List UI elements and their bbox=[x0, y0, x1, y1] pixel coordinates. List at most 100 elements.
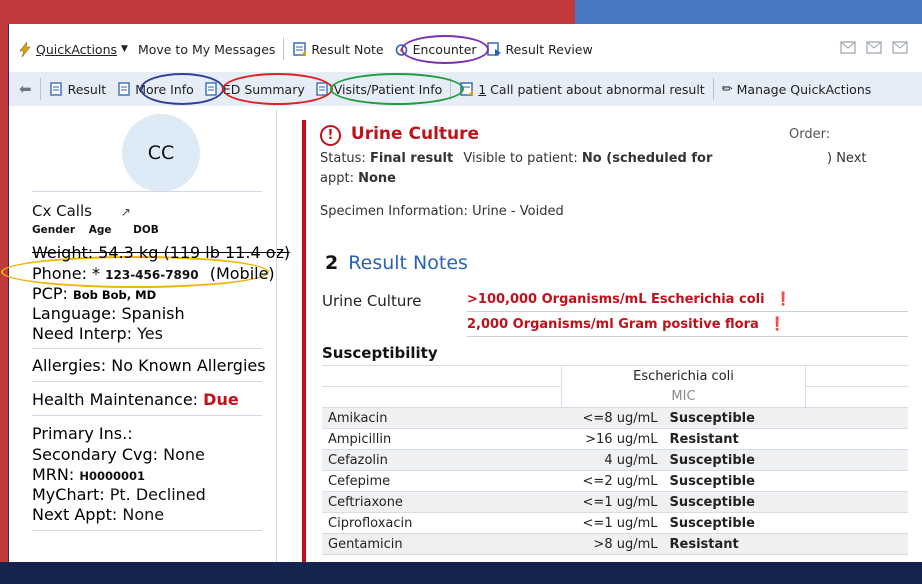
susceptibility-table: Escherichia coli MIC Amikacin <=8 ug/mL Su… bbox=[322, 365, 908, 555]
divider bbox=[32, 348, 262, 349]
tab-result[interactable]: Result bbox=[44, 82, 112, 97]
envelope-reply-all-icon[interactable] bbox=[866, 41, 882, 57]
pencil-icon: ✏ bbox=[721, 81, 733, 97]
drug-name: Cefepime bbox=[322, 470, 562, 492]
appt-value: None bbox=[358, 171, 396, 186]
interp-value: Yes bbox=[137, 324, 163, 343]
result-review-button[interactable]: Result Review bbox=[482, 42, 598, 57]
pcp-label: PCP: bbox=[32, 284, 68, 303]
interpretation: Resistant bbox=[663, 428, 806, 450]
mychart-value: Pt. Declined bbox=[109, 485, 206, 504]
divider bbox=[32, 381, 262, 382]
drug-name: Cefazolin bbox=[322, 449, 562, 471]
result-note-button[interactable]: Result Note bbox=[287, 42, 388, 57]
next-appt-value: None bbox=[122, 505, 165, 524]
toolbar-divider bbox=[283, 38, 285, 60]
status-value: Final result bbox=[369, 151, 454, 166]
drug-name: Ciprofloxacin bbox=[322, 512, 562, 534]
open-chart-icon[interactable]: ↗ bbox=[121, 205, 131, 219]
mic-value: <=1 ug/mL bbox=[561, 512, 664, 534]
result-title-row: ! Urine Culture bbox=[320, 124, 479, 146]
phone-type: (Mobile) bbox=[209, 264, 275, 283]
phone-number[interactable]: 123-456-7890 bbox=[105, 268, 198, 282]
mic-value: >16 ug/mL bbox=[561, 428, 664, 450]
result-review-label: Result Review bbox=[505, 41, 593, 57]
message-icons bbox=[835, 41, 922, 57]
mic-value: >8 ug/mL bbox=[561, 533, 664, 555]
annotation-circle-ed-summary bbox=[222, 73, 333, 105]
pcp-name[interactable]: Bob Bob, MD bbox=[73, 288, 156, 302]
secondary-label: Secondary Cvg: bbox=[32, 445, 159, 464]
quickactions-menu[interactable]: QuickActions ▼ bbox=[9, 41, 133, 57]
envelope-reply-icon[interactable] bbox=[840, 41, 856, 57]
mic-value: <=8 ug/mL bbox=[561, 407, 664, 429]
annotation-circle-encounter bbox=[401, 35, 489, 64]
allergies-text[interactable]: Allergies: No Known Allergies bbox=[32, 356, 266, 375]
manage-quickactions-label: Manage QuickActions bbox=[736, 81, 872, 97]
top-red-banner bbox=[0, 0, 575, 24]
interpretation: Resistant bbox=[663, 533, 806, 555]
appt-row: appt: None bbox=[320, 171, 396, 186]
alert-circle-icon: ! bbox=[320, 125, 341, 146]
note-icon bbox=[292, 42, 307, 57]
interp-row: Need Interp: Yes bbox=[32, 324, 163, 343]
mic-value: <=2 ug/mL bbox=[561, 470, 664, 492]
mic-header: MIC bbox=[561, 386, 806, 408]
move-to-messages-button[interactable]: Move to My Messages bbox=[133, 42, 280, 57]
notes-count: 2 bbox=[325, 252, 339, 274]
annotation-circle-more-info bbox=[140, 73, 224, 105]
toolbar-divider bbox=[39, 78, 41, 100]
back-arrow-button[interactable]: ⬅ bbox=[9, 80, 37, 98]
divider bbox=[467, 336, 908, 337]
mrn-label: MRN: bbox=[32, 465, 75, 484]
dob-label: DOB bbox=[133, 224, 159, 236]
divider bbox=[467, 311, 908, 312]
mic-value: 4 ug/mL bbox=[561, 449, 664, 471]
call-text: Call patient about abnormal result bbox=[486, 81, 705, 97]
drug-name: Gentamicin bbox=[322, 533, 562, 555]
table-header: Escherichia coli bbox=[322, 365, 908, 387]
culture-result-2-text: 2,000 Organisms/ml Gram positive flora bbox=[467, 317, 759, 332]
specimen-label: Specimen Information: bbox=[320, 204, 468, 219]
specimen-value: Urine - Voided bbox=[472, 204, 564, 219]
next-appt-row: Next Appt: None bbox=[32, 505, 164, 524]
visible-value: No (scheduled for bbox=[581, 151, 713, 166]
interp-label: Need Interp: bbox=[32, 324, 132, 343]
top-blue-banner bbox=[575, 0, 922, 24]
table-row: Ampicillin >16 ug/mL Resistant bbox=[322, 428, 908, 450]
manage-quickactions-button[interactable]: ✏ Manage QuickActions bbox=[717, 82, 877, 97]
demographics-row: Gender Age DOB bbox=[32, 224, 159, 236]
divider bbox=[32, 415, 262, 416]
table-subheader: MIC bbox=[322, 386, 908, 408]
app-window: QuickActions ▼ Move to My Messages Resul… bbox=[1, 24, 922, 562]
status-row: Status: Final result Visible to patient:… bbox=[320, 151, 712, 166]
table-row: Cefepime <=2 ug/mL Susceptible bbox=[322, 470, 908, 492]
table-row: Cefazolin 4 ug/mL Susceptible bbox=[322, 449, 908, 471]
drug-name: Ceftriaxone bbox=[322, 491, 562, 513]
secondary-cvg-row: Secondary Cvg: None bbox=[32, 445, 205, 464]
left-red-edge bbox=[0, 0, 8, 584]
call-patient-label: 1 Call patient about abnormal result bbox=[478, 82, 704, 97]
call-patient-button[interactable]: 1 Call patient about abnormal result bbox=[454, 82, 709, 97]
result-note-label: Result Note bbox=[311, 41, 384, 57]
lightning-icon bbox=[17, 41, 32, 57]
pcp-row: PCP: Bob Bob, MD bbox=[32, 284, 156, 303]
primary-ins-text: Primary Ins.: bbox=[32, 424, 133, 443]
gender-label: Gender bbox=[32, 224, 76, 236]
health-maintenance-row[interactable]: Health Maintenance: Due bbox=[32, 390, 239, 409]
envelope-forward-icon[interactable] bbox=[892, 41, 908, 57]
interpretation: Susceptible bbox=[663, 512, 806, 534]
patient-name: Cx Calls bbox=[32, 202, 92, 220]
toolbar-divider bbox=[712, 78, 714, 100]
culture-result-1-text: >100,000 Organisms/mL Escherichia coli bbox=[467, 292, 765, 307]
status-label: Status: bbox=[320, 151, 366, 166]
table-row: Gentamicin >8 ug/mL Resistant bbox=[322, 533, 908, 555]
next-appt-label: Next Appt: bbox=[32, 505, 118, 524]
divider bbox=[32, 530, 262, 531]
mrn-row: MRN: H0000001 bbox=[32, 465, 145, 484]
next-label: ) Next bbox=[827, 151, 867, 166]
language-text: Language: Spanish bbox=[32, 304, 185, 323]
culture-result-1: >100,000 Organisms/mL Escherichia coli ❗ bbox=[467, 292, 791, 307]
table-row: Ceftriaxone <=1 ug/mL Susceptible bbox=[322, 491, 908, 513]
result-notes-heading[interactable]: 2 Result Notes bbox=[325, 252, 468, 274]
